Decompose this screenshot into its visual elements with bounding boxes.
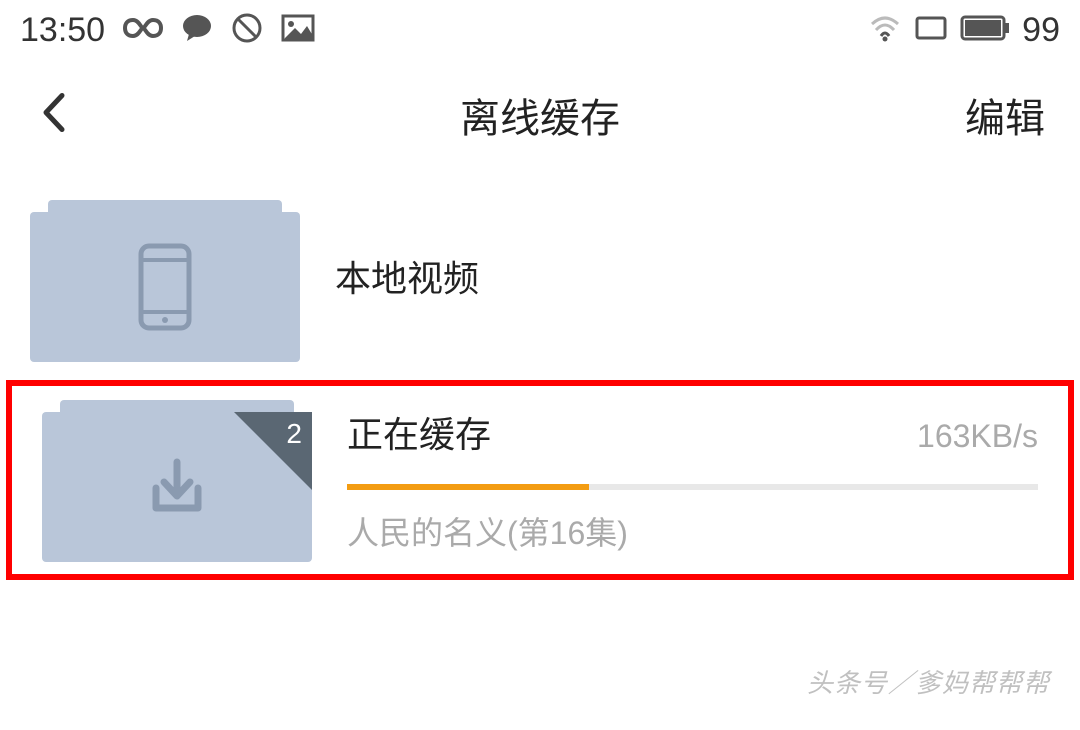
no-disturb-icon (231, 12, 263, 49)
page-title: 离线缓存 (30, 86, 1050, 144)
caching-item[interactable]: 2 正在缓存 163KB/s 人民的名义(第16集) (12, 390, 1068, 570)
chat-icon (181, 14, 213, 47)
status-right: 99 (868, 11, 1060, 50)
folder-icon (30, 200, 300, 360)
item-text: 本地视频 (335, 250, 1050, 310)
item-text: 正在缓存 163KB/s 人民的名义(第16集) (347, 406, 1038, 554)
local-video-title: 本地视频 (335, 250, 1050, 302)
status-left: 13:50 (20, 11, 315, 50)
rotation-icon (914, 15, 948, 46)
battery-percent: 99 (1022, 11, 1060, 50)
progress-bar (347, 484, 1038, 490)
folder-icon: 2 (42, 400, 312, 560)
nav-bar: 离线缓存 编辑 (0, 60, 1080, 170)
chevron-left-icon (40, 92, 66, 134)
battery-icon (960, 15, 1010, 46)
phone-icon (137, 242, 193, 332)
caching-subtitle: 人民的名义(第16集) (347, 508, 1038, 554)
status-time: 13:50 (20, 11, 105, 50)
back-button[interactable] (40, 92, 66, 139)
progress-fill (347, 484, 589, 490)
status-bar: 13:50 99 (0, 0, 1080, 60)
download-icon (142, 452, 212, 522)
highlight-box: 2 正在缓存 163KB/s 人民的名义(第16集) (6, 380, 1074, 580)
infinity-icon (123, 14, 163, 47)
local-video-item[interactable]: 本地视频 (0, 190, 1080, 370)
edit-button[interactable]: 编辑 (965, 86, 1045, 144)
download-speed: 163KB/s (917, 418, 1038, 455)
content-list: 本地视频 2 正在缓存 163KB/s (0, 170, 1080, 580)
caching-title: 正在缓存 (347, 406, 491, 458)
badge-count: 2 (286, 418, 302, 450)
wifi-icon (868, 14, 902, 47)
image-icon (281, 14, 315, 47)
watermark: 头条号／爹妈帮帮帮 (807, 663, 1050, 700)
